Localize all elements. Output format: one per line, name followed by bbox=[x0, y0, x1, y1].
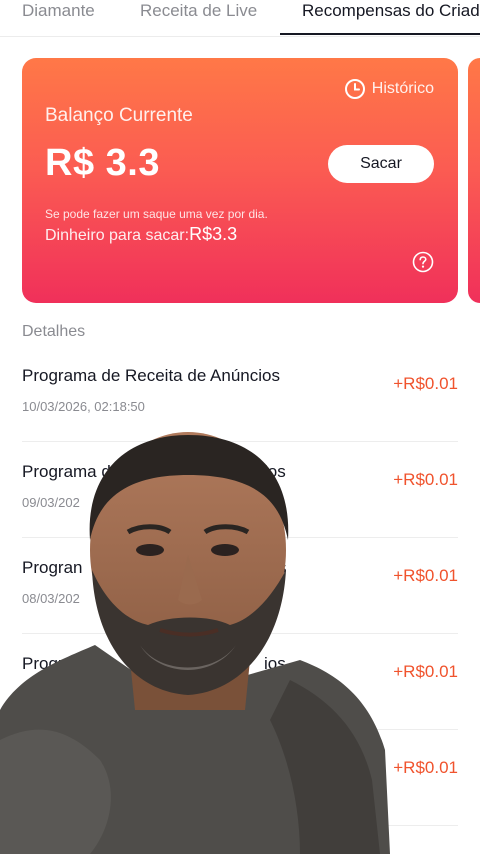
transaction-row[interactable]: Programa d ios 09/03/202 +R$0.01 bbox=[22, 442, 458, 538]
available-amount: R$3.3 bbox=[189, 224, 238, 244]
withdraw-button[interactable]: Sacar bbox=[328, 145, 434, 183]
transaction-row[interactable]: Progran s 08/03/202 +R$0.01 bbox=[22, 538, 458, 634]
transaction-date: 10/03/2026, 02:18:50 bbox=[22, 399, 145, 414]
transaction-list: Programa de Receita de Anúncios 10/03/20… bbox=[22, 346, 458, 826]
transaction-date: 08/03/202 bbox=[22, 591, 80, 606]
balance-amount: R$ 3.3 bbox=[45, 142, 160, 184]
question-circle-icon[interactable] bbox=[412, 251, 434, 273]
transaction-name: Programa de Receita de Anúncios bbox=[22, 366, 280, 385]
transaction-row[interactable]: Progra ios 07 +R$0.01 bbox=[22, 634, 458, 730]
next-card-peek[interactable] bbox=[468, 58, 480, 303]
transaction-amount: +R$0.01 bbox=[393, 662, 458, 681]
balance-label: Balanço Currente bbox=[45, 105, 193, 126]
tab-bar: Diamante Receita de Live Recompensas do … bbox=[0, 0, 480, 37]
withdraw-note: Se pode fazer um saque uma vez por dia. bbox=[45, 207, 268, 221]
transaction-amount: +R$0.01 bbox=[393, 566, 458, 585]
transaction-name-tail: ios bbox=[264, 462, 286, 481]
transaction-amount: +R$0.01 bbox=[393, 470, 458, 489]
transaction-name: Programa d bbox=[22, 462, 111, 481]
transaction-amount: +R$0.01 bbox=[393, 374, 458, 393]
history-link[interactable]: Histórico bbox=[344, 78, 434, 100]
clock-icon bbox=[344, 79, 365, 99]
active-tab-indicator bbox=[280, 33, 480, 35]
tab-receita-de-live[interactable]: Receita de Live bbox=[140, 0, 257, 22]
available-to-withdraw: Dinheiro para sacar:R$3.3 bbox=[45, 224, 237, 245]
transaction-row[interactable]: +R$0.01 bbox=[22, 730, 458, 826]
balance-card: Histórico Balanço Currente R$ 3.3 Sacar … bbox=[22, 58, 458, 303]
transaction-date: 09/03/202 bbox=[22, 495, 80, 510]
details-title: Detalhes bbox=[22, 323, 86, 340]
transaction-name-tail: s bbox=[278, 558, 287, 577]
transaction-date: 07 bbox=[22, 687, 37, 702]
tab-recompensas-do-criador[interactable]: Recompensas do Criad bbox=[302, 0, 480, 22]
tab-diamante[interactable]: Diamante bbox=[22, 0, 95, 22]
transaction-row[interactable]: Programa de Receita de Anúncios 10/03/20… bbox=[22, 346, 458, 442]
available-label: Dinheiro para sacar: bbox=[45, 227, 190, 244]
history-label: Histórico bbox=[371, 80, 434, 97]
transaction-amount: +R$0.01 bbox=[393, 758, 458, 777]
transaction-name: Progra bbox=[22, 654, 74, 673]
transaction-name-tail: ios bbox=[264, 654, 286, 673]
transaction-name: Progran bbox=[22, 558, 83, 577]
